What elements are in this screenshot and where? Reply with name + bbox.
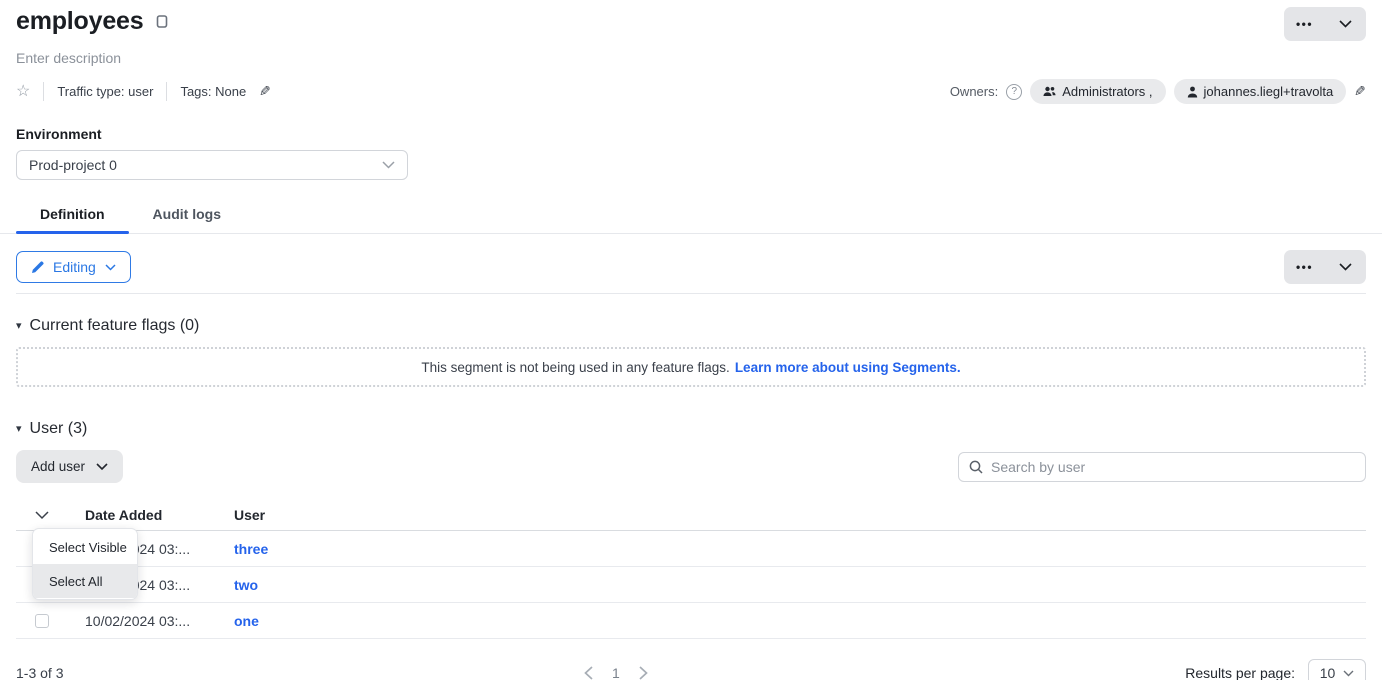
user-search — [958, 452, 1366, 482]
editing-toolbar: Editing ••• — [16, 250, 1366, 294]
table-footer: 1-3 of 3 1 Results per page: 10 — [16, 656, 1366, 680]
users-controls: Add user — [16, 450, 1366, 483]
meta-row: ☆ Traffic type: user Tags: None ✎ Owners… — [16, 79, 1366, 104]
overflow-menu-button[interactable]: ••• — [1284, 250, 1325, 284]
tab-definition[interactable]: Definition — [16, 196, 129, 233]
column-header-date-added[interactable]: Date Added — [85, 507, 234, 523]
tab-bar: Definition Audit logs — [0, 196, 1382, 234]
traffic-type-label: Traffic type: user — [57, 84, 153, 99]
column-header-user[interactable]: User — [234, 507, 1366, 523]
chevron-down-icon — [35, 511, 49, 520]
table-header-row: Date Added User — [16, 500, 1366, 531]
chevron-down-icon — [1339, 263, 1352, 271]
pencil-icon — [31, 261, 44, 274]
next-page-button[interactable] — [639, 666, 648, 680]
menu-item-select-visible[interactable]: Select Visible — [33, 530, 137, 564]
chevron-down-icon — [1339, 20, 1352, 28]
editing-button-label: Editing — [53, 259, 96, 275]
divider — [166, 82, 167, 101]
people-icon — [1043, 86, 1056, 97]
select-dropdown-menu: Select Visible Select All — [32, 528, 138, 600]
page-size-value: 10 — [1320, 665, 1336, 680]
header: employees ••• — [16, 0, 1366, 41]
previous-page-button[interactable] — [584, 666, 593, 680]
edit-owners-icon[interactable]: ✎ — [1354, 83, 1366, 100]
tags-label: Tags: None — [180, 84, 246, 99]
table-row: 10/02/2024 03:... two — [16, 567, 1366, 603]
chevron-down-icon — [96, 463, 108, 471]
segment-page: employees ••• Enter description ☆ Traffi… — [0, 0, 1382, 680]
description-placeholder[interactable]: Enter description — [16, 50, 1366, 66]
owner-chip-user[interactable]: johannes.liegl+travolta — [1174, 79, 1347, 104]
add-user-label: Add user — [31, 459, 85, 474]
owner-chip-administrators[interactable]: Administrators , — [1030, 79, 1165, 104]
table-row: 10/02/2024 03:... three — [16, 531, 1366, 567]
edit-tags-icon[interactable]: ✎ — [259, 83, 271, 100]
search-input[interactable] — [991, 459, 1355, 475]
chevron-down-icon — [382, 161, 395, 169]
results-per-page-label: Results per page: — [1185, 665, 1295, 680]
environment-select[interactable]: Prod-project 0 — [16, 150, 408, 180]
toolbar-overflow-button-group: ••• — [1284, 250, 1366, 284]
row-checkbox[interactable] — [35, 614, 49, 628]
chevron-right-icon — [639, 666, 648, 680]
users-section-toggle[interactable]: ▾ User (3) — [16, 420, 1366, 438]
divider — [43, 82, 44, 101]
feature-flags-heading: Current feature flags (0) — [30, 317, 200, 335]
pagination: 1 — [584, 665, 648, 680]
add-user-button[interactable]: Add user — [16, 450, 123, 483]
tab-audit-logs[interactable]: Audit logs — [129, 196, 245, 233]
page-size-select[interactable]: 10 — [1308, 659, 1366, 680]
select-menu-trigger[interactable] — [35, 511, 49, 520]
results-range: 1-3 of 3 — [16, 665, 63, 680]
user-link[interactable]: three — [234, 541, 1366, 557]
empty-state-message: This segment is not being used in any fe… — [421, 360, 729, 375]
header-dropdown-button[interactable] — [1325, 7, 1366, 41]
person-icon — [1187, 86, 1198, 98]
owners-label: Owners: — [950, 84, 998, 99]
owner-chip-label: johannes.liegl+travolta — [1204, 84, 1334, 99]
toolbar-dropdown-button[interactable] — [1325, 250, 1366, 284]
overflow-menu-button[interactable]: ••• — [1284, 7, 1325, 41]
environment-selected-value: Prod-project 0 — [29, 157, 117, 173]
feature-flags-section-toggle[interactable]: ▾ Current feature flags (0) — [16, 317, 1366, 335]
collapse-triangle-icon: ▾ — [16, 424, 22, 435]
help-icon[interactable]: ? — [1006, 84, 1022, 100]
chevron-down-icon — [105, 264, 116, 271]
chevron-left-icon — [584, 666, 593, 680]
chevron-down-icon — [1343, 670, 1354, 677]
users-heading: User (3) — [30, 420, 88, 438]
page-title: employees — [16, 7, 143, 36]
user-link[interactable]: two — [234, 577, 1366, 593]
header-overflow-button-group: ••• — [1284, 7, 1366, 41]
collapse-triangle-icon: ▾ — [16, 321, 22, 332]
overflow-menu-icon: ••• — [1296, 18, 1313, 30]
environment-block: Environment Prod-project 0 — [16, 126, 1366, 180]
copy-icon[interactable] — [153, 15, 168, 32]
search-icon — [969, 460, 983, 474]
table-row: 10/02/2024 03:... one — [16, 603, 1366, 639]
environment-label: Environment — [16, 126, 1366, 142]
user-link[interactable]: one — [234, 613, 1366, 629]
menu-item-select-all[interactable]: Select All — [33, 564, 137, 598]
current-page-number[interactable]: 1 — [612, 665, 620, 680]
favorite-star-icon[interactable]: ☆ — [16, 84, 30, 100]
editing-button[interactable]: Editing — [16, 251, 131, 283]
date-added-cell: 10/02/2024 03:... — [85, 613, 234, 629]
owner-chip-label: Administrators , — [1062, 84, 1152, 99]
users-table: Date Added User 10/02/2024 03:... three … — [16, 500, 1366, 639]
overflow-menu-icon: ••• — [1296, 261, 1313, 273]
feature-flags-empty-state: This segment is not being used in any fe… — [16, 347, 1366, 387]
learn-more-link[interactable]: Learn more about using Segments. — [735, 360, 961, 375]
